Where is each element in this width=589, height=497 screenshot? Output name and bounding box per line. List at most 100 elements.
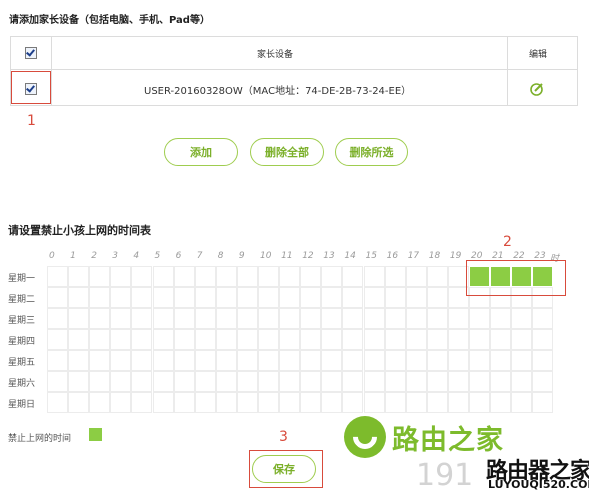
schedule-cell[interactable] [300,308,322,329]
schedule-cell[interactable] [173,287,195,308]
edit-icon[interactable] [529,81,545,97]
schedule-cell[interactable] [321,266,343,287]
schedule-cell[interactable] [469,308,491,329]
schedule-cell[interactable] [68,308,90,329]
schedule-cell[interactable] [110,392,132,413]
schedule-cell[interactable] [173,308,195,329]
save-button[interactable]: 保存 [252,455,316,483]
schedule-cell[interactable] [426,371,448,392]
schedule-cell[interactable] [469,350,491,371]
schedule-cell[interactable] [89,350,111,371]
schedule-cell[interactable] [110,266,132,287]
schedule-cell[interactable] [447,308,469,329]
schedule-cell[interactable] [258,329,280,350]
schedule-cell[interactable] [68,266,90,287]
schedule-cell[interactable] [447,392,469,413]
schedule-cell[interactable] [469,329,491,350]
schedule-cell[interactable] [405,329,427,350]
schedule-cell[interactable] [490,308,512,329]
schedule-cell[interactable] [215,287,237,308]
schedule-cell[interactable] [363,392,385,413]
schedule-cell[interactable] [131,329,153,350]
schedule-cell[interactable] [258,350,280,371]
schedule-cell[interactable] [426,266,448,287]
schedule-cell[interactable] [342,350,364,371]
schedule-cell[interactable] [110,371,132,392]
schedule-cell[interactable] [321,350,343,371]
schedule-cell[interactable] [363,350,385,371]
schedule-cell[interactable] [426,329,448,350]
schedule-cell[interactable] [321,392,343,413]
schedule-cell[interactable] [300,266,322,287]
schedule-cell[interactable] [300,287,322,308]
schedule-cell[interactable] [236,287,258,308]
schedule-cell[interactable] [511,350,533,371]
schedule-cell[interactable] [384,287,406,308]
schedule-cell[interactable] [321,287,343,308]
schedule-cell[interactable] [110,350,132,371]
schedule-cell[interactable] [532,329,554,350]
schedule-cell[interactable] [236,350,258,371]
schedule-cell[interactable] [405,266,427,287]
schedule-cell[interactable] [511,392,533,413]
select-all-checkbox[interactable] [25,47,37,59]
schedule-cell[interactable] [89,287,111,308]
schedule-cell[interactable] [532,350,554,371]
schedule-cell[interactable] [532,392,554,413]
schedule-cell[interactable] [426,308,448,329]
schedule-cell[interactable] [215,266,237,287]
schedule-cell[interactable] [194,308,216,329]
schedule-cell[interactable] [194,392,216,413]
schedule-cell[interactable] [68,392,90,413]
schedule-cell[interactable] [47,350,69,371]
schedule-cell[interactable] [363,308,385,329]
schedule-cell[interactable] [152,371,174,392]
schedule-cell[interactable] [258,266,280,287]
schedule-cell[interactable] [511,371,533,392]
schedule-cell[interactable] [47,287,69,308]
schedule-cell[interactable] [342,329,364,350]
schedule-cell[interactable] [321,329,343,350]
schedule-cell[interactable] [194,329,216,350]
schedule-cell[interactable] [469,392,491,413]
schedule-cell[interactable] [152,266,174,287]
schedule-cell[interactable] [321,371,343,392]
schedule-cell[interactable] [236,392,258,413]
schedule-cell[interactable] [173,371,195,392]
schedule-cell[interactable] [131,371,153,392]
schedule-cell[interactable] [447,371,469,392]
schedule-cell[interactable] [47,308,69,329]
schedule-cell[interactable] [511,308,533,329]
schedule-cell[interactable] [279,308,301,329]
schedule-cell[interactable] [532,308,554,329]
schedule-cell[interactable] [384,371,406,392]
schedule-cell[interactable] [342,266,364,287]
schedule-cell[interactable] [47,329,69,350]
schedule-cell[interactable] [342,287,364,308]
schedule-cell[interactable] [258,287,280,308]
schedule-cell[interactable] [342,392,364,413]
schedule-cell[interactable] [152,350,174,371]
schedule-cell[interactable] [173,329,195,350]
schedule-cell[interactable] [279,392,301,413]
schedule-cell[interactable] [511,329,533,350]
schedule-cell[interactable] [236,329,258,350]
schedule-cell[interactable] [384,329,406,350]
schedule-cell[interactable] [89,308,111,329]
schedule-cell[interactable] [405,392,427,413]
add-button[interactable]: 添加 [164,138,238,166]
schedule-cell[interactable] [236,371,258,392]
schedule-cell[interactable] [215,329,237,350]
schedule-cell[interactable] [279,287,301,308]
schedule-cell[interactable] [194,266,216,287]
schedule-cell[interactable] [279,371,301,392]
schedule-cell[interactable] [300,392,322,413]
schedule-cell[interactable] [426,392,448,413]
schedule-cell[interactable] [532,371,554,392]
schedule-cell[interactable] [131,350,153,371]
schedule-cell[interactable] [300,350,322,371]
schedule-cell[interactable] [68,371,90,392]
schedule-cell[interactable] [321,308,343,329]
schedule-cell[interactable] [384,392,406,413]
schedule-cell[interactable] [47,266,69,287]
